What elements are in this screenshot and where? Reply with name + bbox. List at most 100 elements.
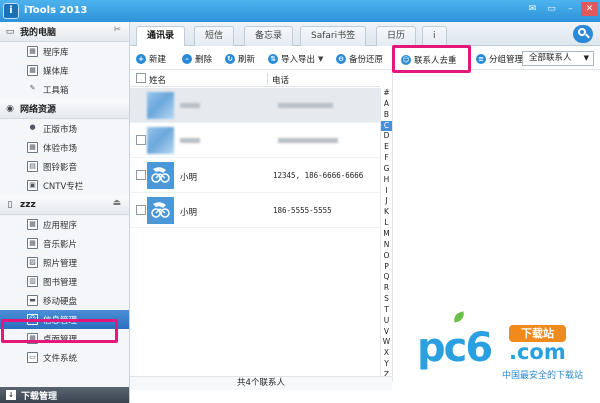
index-letter[interactable]: L — [381, 218, 392, 229]
grid-icon: ▦ — [27, 46, 38, 57]
section-title: 我的电脑 — [20, 28, 57, 38]
index-letter[interactable]: I — [381, 186, 392, 197]
section-network-resources[interactable]: ◉ 网络资源 — [0, 99, 129, 119]
eject-icon[interactable]: ⏏ — [112, 198, 121, 208]
watermark-domain: .com — [509, 340, 566, 364]
contact-phone: 186-5555-5555 — [273, 206, 332, 215]
photo-icon: ▨ — [27, 257, 38, 268]
tab-more[interactable]: i — [422, 26, 447, 46]
index-letter[interactable]: N — [381, 240, 392, 251]
sidebar-item-books[interactable]: ▥ 图书管理 — [0, 272, 129, 291]
index-letter[interactable]: T — [381, 305, 392, 316]
book-icon: ▥ — [27, 276, 38, 287]
index-letter[interactable]: X — [381, 348, 392, 359]
index-letter[interactable]: K — [381, 207, 392, 218]
column-phone[interactable]: 电话 — [272, 74, 289, 86]
contact-name: 小明 — [180, 208, 198, 218]
download-manager[interactable]: ↓ 下载管理 — [0, 387, 129, 403]
phone-icon: ▯ — [7, 199, 13, 210]
grid-icon: ▦ — [27, 65, 38, 76]
index-letter[interactable]: A — [381, 99, 392, 110]
app-logo-icon: i — [3, 3, 19, 19]
index-letter[interactable]: R — [381, 283, 392, 294]
index-letter[interactable]: P — [381, 262, 392, 273]
index-letter[interactable]: C — [381, 120, 392, 132]
blurred-name — [180, 103, 200, 108]
tab-calendar[interactable]: 日历 — [376, 26, 417, 46]
sidebar-item-toolbox[interactable]: ✎ 工具箱 — [0, 80, 129, 99]
close-button[interactable]: ✕ — [581, 2, 598, 16]
dedup-button[interactable]: ☺ 联系人去重 — [392, 45, 471, 73]
tab-safari-bookmarks[interactable]: Safari书签 — [300, 26, 367, 46]
tools-icon[interactable]: ✂ — [113, 25, 121, 35]
row-checkbox[interactable] — [136, 100, 146, 110]
section-my-computer[interactable]: ▭ 我的电脑 ✂ — [0, 22, 129, 42]
index-letter[interactable]: J — [381, 196, 392, 207]
index-letter[interactable]: B — [381, 110, 392, 121]
swap-icon: ⇅ — [268, 54, 278, 64]
table-row[interactable]: 小明 186-5555-5555 — [130, 193, 380, 228]
grid-icon: ▦ — [27, 238, 38, 249]
sidebar-item-app-store[interactable]: ● 正版市场 — [0, 119, 129, 138]
table-row[interactable]: 小明 12345, 186-6666-6666 — [130, 158, 380, 193]
index-letter[interactable]: O — [381, 251, 392, 262]
sidebar-item-ringtones-video[interactable]: ▤ 图铃影音 — [0, 157, 129, 176]
refresh-button[interactable]: ↻ 刷新 — [225, 52, 255, 66]
sidebar-item-app-library[interactable]: ▦ 程序库 — [0, 42, 129, 61]
app-title: iTools 2013 — [24, 5, 88, 16]
column-name[interactable]: 姓名 — [149, 74, 166, 86]
tab-notes[interactable]: 备忘录 — [244, 26, 294, 46]
row-checkbox[interactable] — [136, 135, 146, 145]
group-manage-button[interactable]: ≡ 分组管理 — [476, 52, 523, 66]
contact-merge-icon: ☺ — [401, 55, 411, 65]
contact-name: 小明 — [180, 173, 198, 183]
row-checkbox[interactable] — [136, 205, 146, 215]
section-title: zzz — [20, 199, 36, 210]
index-letter[interactable]: Y — [381, 359, 392, 370]
avatar — [147, 127, 174, 154]
table-row[interactable] — [130, 88, 380, 123]
table-row[interactable] — [130, 123, 380, 158]
title-bar: i iTools 2013 ✉ ▭ – ✕ — [0, 0, 600, 22]
select-all-checkbox[interactable] — [136, 73, 146, 83]
table-header: 姓名 电话 — [130, 71, 380, 87]
index-letter[interactable]: H — [381, 175, 392, 186]
sidebar: ▭ 我的电脑 ✂ ▦ 程序库 ▦ 媒体库 ✎ 工具箱 ◉ 网络资源 ● 正版市场 ▦ 体验… — [0, 22, 130, 403]
tab-sms[interactable]: 短信 — [194, 26, 235, 46]
backup-restore-button[interactable]: ⊖ 备份还原 — [336, 52, 383, 66]
row-checkbox[interactable] — [136, 170, 146, 180]
sidebar-item-storage[interactable]: ▬ 移动硬盘 — [0, 291, 129, 310]
index-letter[interactable]: F — [381, 153, 392, 164]
import-export-button[interactable]: ⇅ 导入导出 ▼ — [268, 52, 323, 66]
restore-button[interactable]: ▭ — [543, 2, 560, 16]
sidebar-item-media-library[interactable]: ▦ 媒体库 — [0, 61, 129, 80]
minimize-button[interactable]: – — [562, 2, 579, 16]
section-device[interactable]: ▯ zzz ⏏ — [0, 195, 129, 215]
index-letter[interactable]: S — [381, 294, 392, 305]
index-letter[interactable]: V — [381, 327, 392, 338]
film-icon: ▤ — [27, 161, 38, 172]
index-letter[interactable]: M — [381, 229, 392, 240]
sidebar-item-cntv[interactable]: ▣ CNTV专栏 — [0, 176, 129, 195]
index-letter[interactable]: W — [381, 337, 392, 348]
message-icon[interactable]: ✉ — [524, 2, 541, 16]
index-letter[interactable]: # — [381, 88, 392, 99]
index-letter[interactable]: D — [381, 131, 392, 142]
blurred-name — [180, 138, 200, 143]
index-letter[interactable]: U — [381, 316, 392, 327]
window-controls: ✉ ▭ – ✕ — [524, 2, 598, 16]
contact-filter-select[interactable]: 全部联系人 ▼ — [522, 51, 594, 66]
watermark-brand: pc6 — [417, 325, 493, 371]
delete-button[interactable]: – 删除 — [182, 52, 212, 66]
index-letter[interactable]: E — [381, 142, 392, 153]
search-button[interactable] — [573, 25, 593, 43]
index-letter[interactable]: Q — [381, 272, 392, 283]
sidebar-item-photos[interactable]: ▨ 照片管理 — [0, 253, 129, 272]
index-letter[interactable]: G — [381, 164, 392, 175]
sidebar-item-apps[interactable]: ▦ 应用程序 — [0, 215, 129, 234]
new-button[interactable]: + 新建 — [136, 52, 166, 66]
sidebar-item-filesystem[interactable]: ▭ 文件系统 — [0, 348, 129, 367]
tab-contacts[interactable]: 通讯录 — [136, 26, 186, 47]
sidebar-item-trial-store[interactable]: ▦ 体验市场 — [0, 138, 129, 157]
sidebar-item-music-video[interactable]: ▦ 音乐影片 — [0, 234, 129, 253]
